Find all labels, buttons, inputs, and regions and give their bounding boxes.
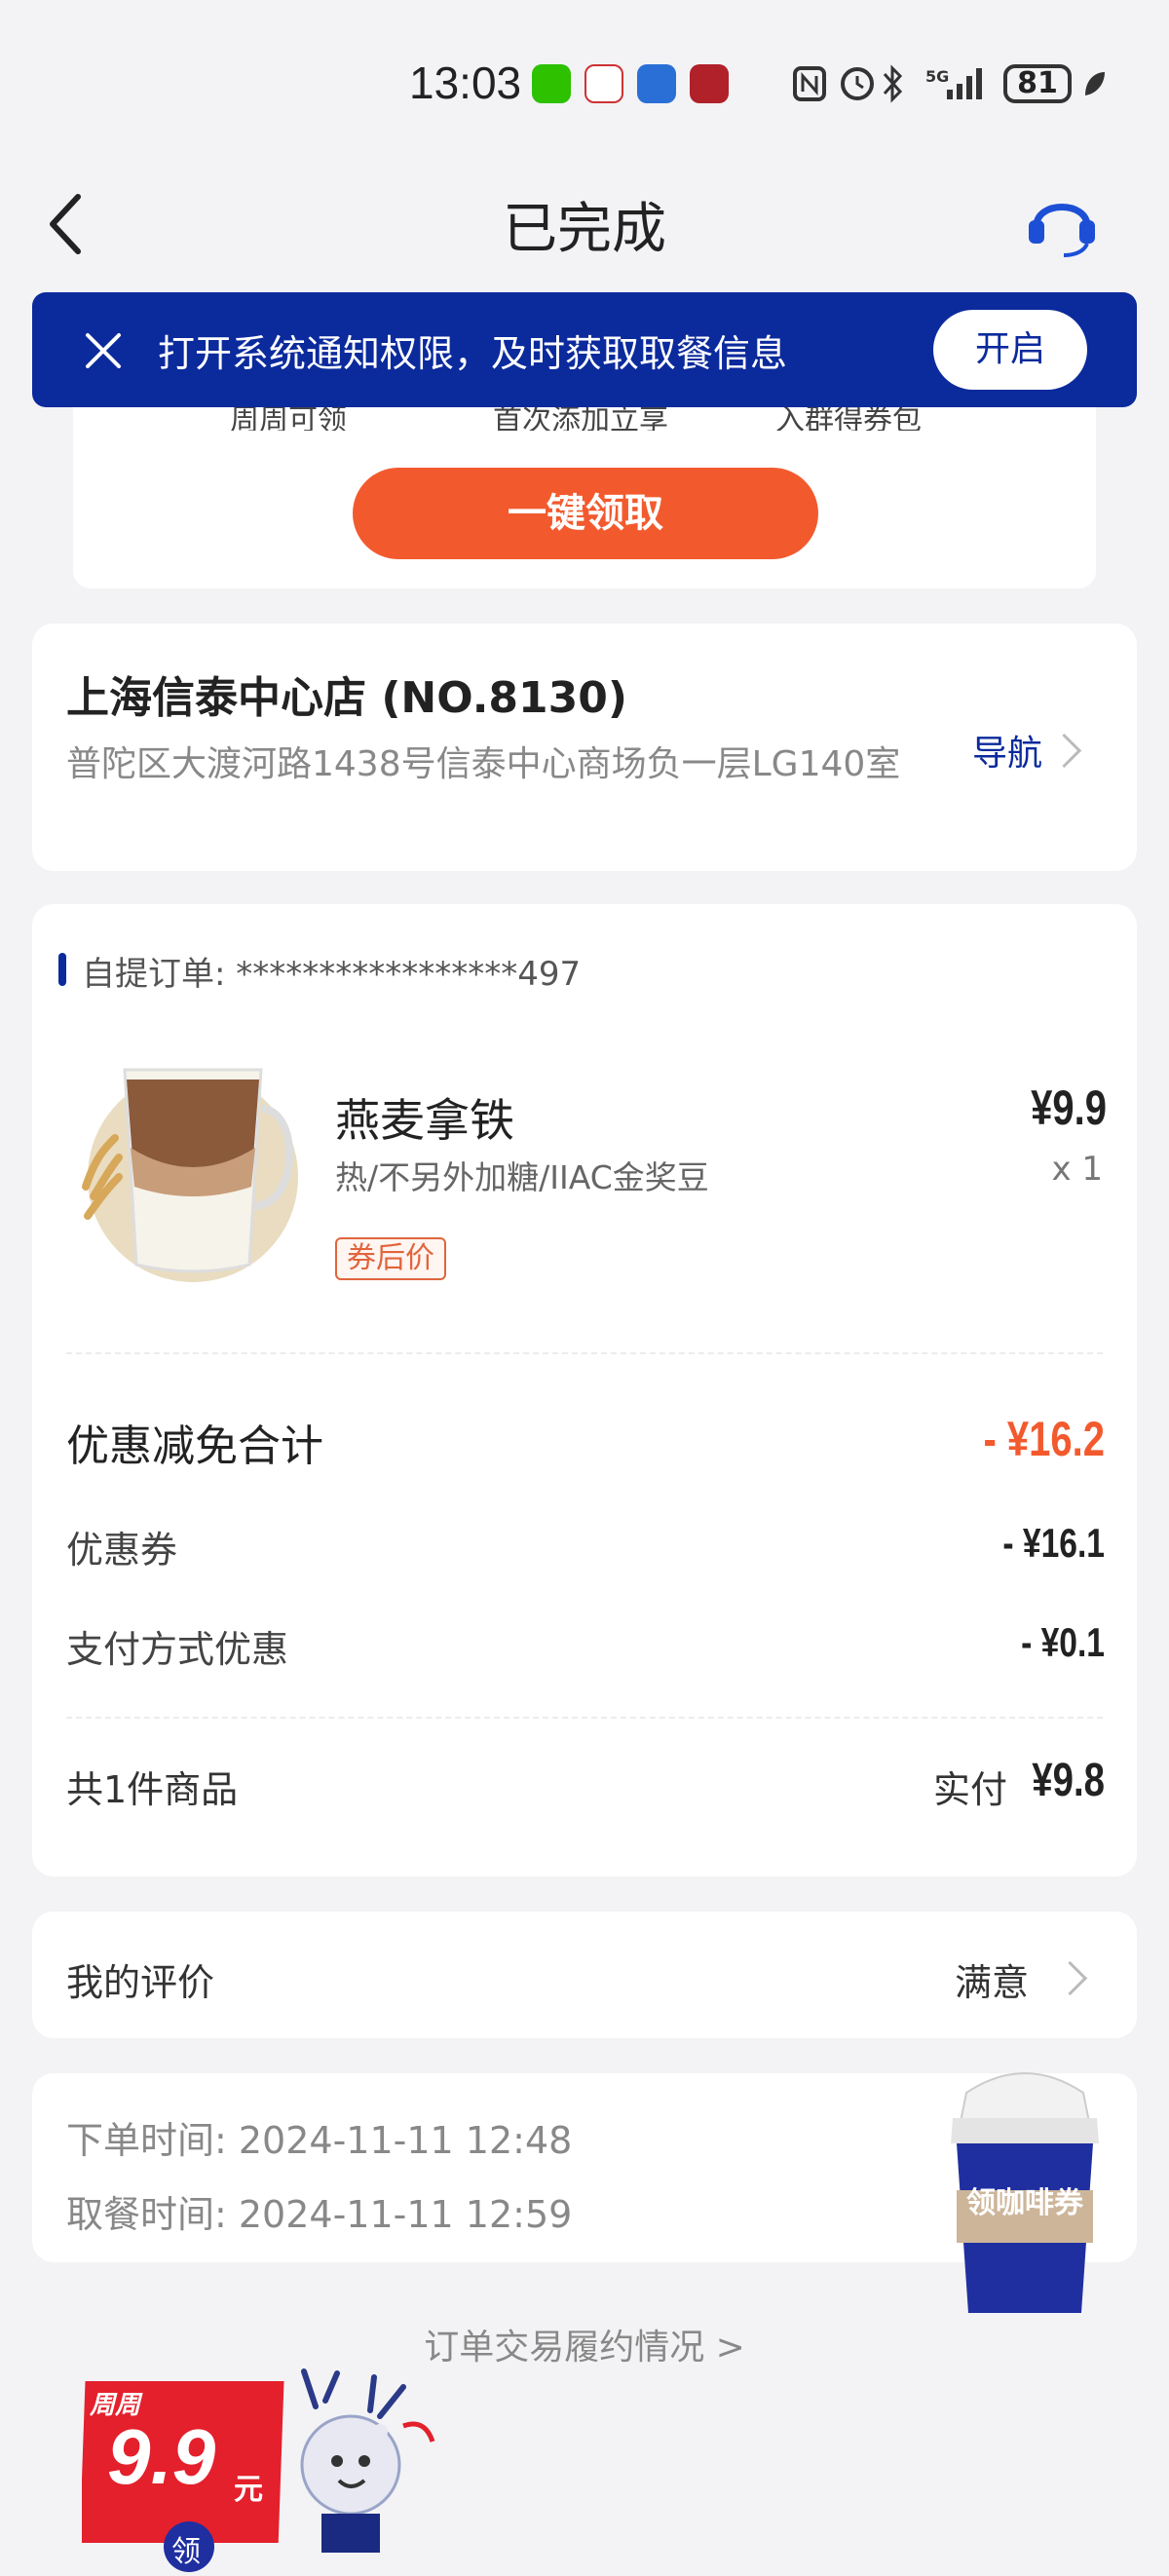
close-icon[interactable]: [80, 327, 127, 374]
customer-service-icon[interactable]: [1023, 183, 1101, 261]
order-fulfillment-link[interactable]: 订单交易履约情况 >: [0, 2319, 1169, 2369]
paid-value: ¥9.8: [1032, 1755, 1105, 1806]
review-value: 满意: [955, 1961, 1030, 2004]
status-time: 13:03: [409, 57, 522, 108]
item-count: 共1件商品: [66, 1768, 239, 1811]
wechat-icon: [532, 64, 571, 103]
store-name: 上海信泰中心店 (NO.8130): [66, 673, 627, 723]
product-price: ¥9.9: [1031, 1080, 1107, 1135]
claim-all-button[interactable]: 一键领取: [353, 468, 818, 559]
payment-discount-value: - ¥0.1: [1021, 1619, 1105, 1665]
coffee-coupon-text: 领咖啡券: [966, 2186, 1083, 2220]
product-image: [66, 1041, 310, 1294]
order-number: 自提订单: *****************497: [82, 955, 582, 994]
enable-notifications-button[interactable]: 开启: [933, 310, 1087, 390]
coupon-label: 优惠券: [66, 1529, 178, 1572]
discount-total-label: 优惠减免合计: [66, 1421, 323, 1471]
product-quantity: x 1: [1051, 1150, 1103, 1189]
navigate-link[interactable]: 导航: [972, 725, 1042, 776]
coupon-price-tag: 券后价: [335, 1237, 446, 1280]
weekly-unit: 元: [234, 2473, 263, 2507]
battery-indicator: 81: [1003, 64, 1072, 103]
product-spec: 热/不另外加糖/IIAC金奖豆: [335, 1158, 709, 1196]
weekly-get: 领: [171, 2535, 201, 2569]
paid-label: 实付: [933, 1768, 1008, 1811]
weekly-price: 9.9: [107, 2413, 216, 2500]
banner-text: 打开系统通知权限，及时获取取餐信息: [158, 332, 788, 375]
store-address: 普陀区大渡河路1438号信泰中心商场负一层LG140室: [66, 744, 901, 784]
leaf-icon: [1079, 68, 1109, 99]
coupon-value: - ¥16.1: [1002, 1520, 1105, 1566]
divider: [66, 1717, 1103, 1719]
divider: [66, 1352, 1103, 1354]
section-marker: [58, 953, 66, 986]
pickup-time: 取餐时间: 2024-11-11 12:59: [66, 2193, 573, 2236]
page-title: 已完成: [503, 198, 666, 261]
payment-discount-label: 支付方式优惠: [66, 1628, 289, 1671]
metro-icon: [584, 64, 623, 103]
discount-total-value: - ¥16.2: [983, 1412, 1105, 1466]
review-label: 我的评价: [66, 1961, 215, 2004]
system-status-icons: 5G: [791, 60, 996, 107]
bank-icon: [690, 64, 729, 103]
product-name: 燕麦拿铁: [335, 1094, 514, 1147]
svg-text:5G: 5G: [925, 67, 949, 86]
app-icon: [637, 64, 676, 103]
order-time: 下单时间: 2024-11-11 12:48: [66, 2119, 573, 2162]
